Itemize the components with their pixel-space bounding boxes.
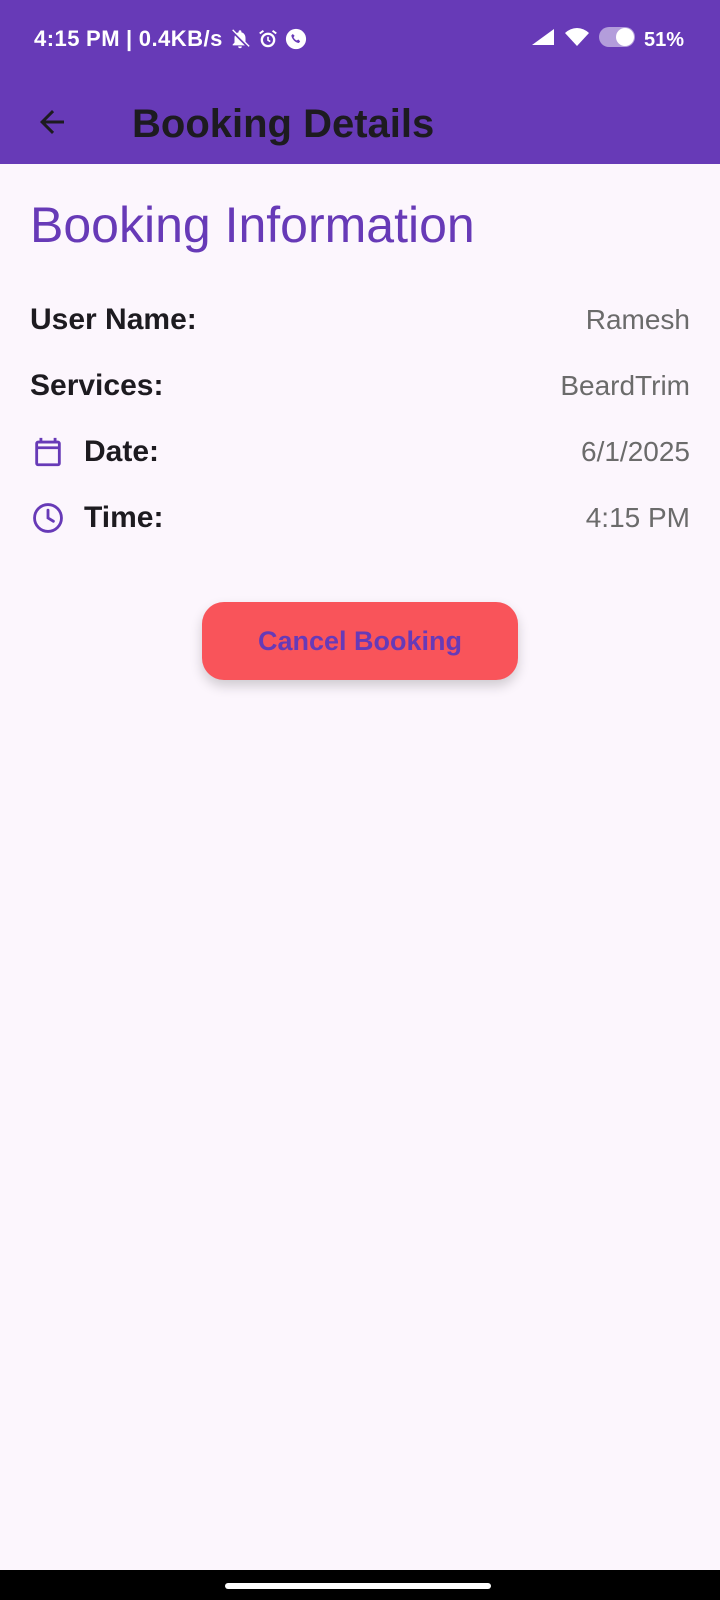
row-left: Services: xyxy=(30,369,163,403)
signal-icon xyxy=(530,27,556,53)
status-left: 4:15 PM | 0.4KB/s xyxy=(34,26,307,52)
battery-level: 51% xyxy=(643,28,684,51)
network-speed: 0.4KB/s xyxy=(138,26,223,51)
time-row: Time: 4:15 PM xyxy=(30,496,690,540)
services-label: Services: xyxy=(30,369,164,402)
home-indicator[interactable] xyxy=(225,1583,491,1589)
status-time: 4:15 xyxy=(34,26,81,51)
services-row: Services: BeardTrim xyxy=(30,364,690,408)
status-bar: 4:15 PM | 0.4KB/s 51% xyxy=(0,0,720,84)
date-value: 6/1/2025 xyxy=(581,436,690,467)
alarm-icon xyxy=(257,28,279,50)
cancel-booking-button[interactable]: Cancel Booking xyxy=(202,602,518,680)
wifi-icon xyxy=(564,27,590,53)
time-value: 4:15 PM xyxy=(585,502,690,533)
arrow-back-icon xyxy=(34,104,70,145)
app-bar: Booking Details xyxy=(0,84,720,164)
services-value: BeardTrim xyxy=(560,370,690,401)
calendar-icon xyxy=(30,434,66,470)
back-button[interactable] xyxy=(22,94,82,154)
row-left: User Name: xyxy=(30,303,197,337)
bell-off-icon xyxy=(229,28,251,50)
status-right: 51% xyxy=(530,26,684,54)
user-name-value: Ramesh xyxy=(585,304,690,335)
time-label: Time: xyxy=(84,501,164,534)
clock-icon xyxy=(30,500,66,536)
date-label: Date: xyxy=(84,435,160,468)
section-title: Booking Information xyxy=(30,197,475,253)
call-icon xyxy=(285,28,307,50)
system-nav-bar xyxy=(0,1570,720,1600)
user-name-row: User Name: Ramesh xyxy=(30,298,690,342)
user-name-label: User Name: xyxy=(30,303,197,336)
row-left: Date: xyxy=(30,434,159,470)
status-separator: | xyxy=(126,26,133,51)
page-title: Booking Details xyxy=(132,102,435,146)
status-ampm: PM xyxy=(86,26,121,51)
date-row: Date: 6/1/2025 xyxy=(30,430,690,474)
toggle-icon xyxy=(598,26,636,54)
row-left: Time: xyxy=(30,500,163,536)
